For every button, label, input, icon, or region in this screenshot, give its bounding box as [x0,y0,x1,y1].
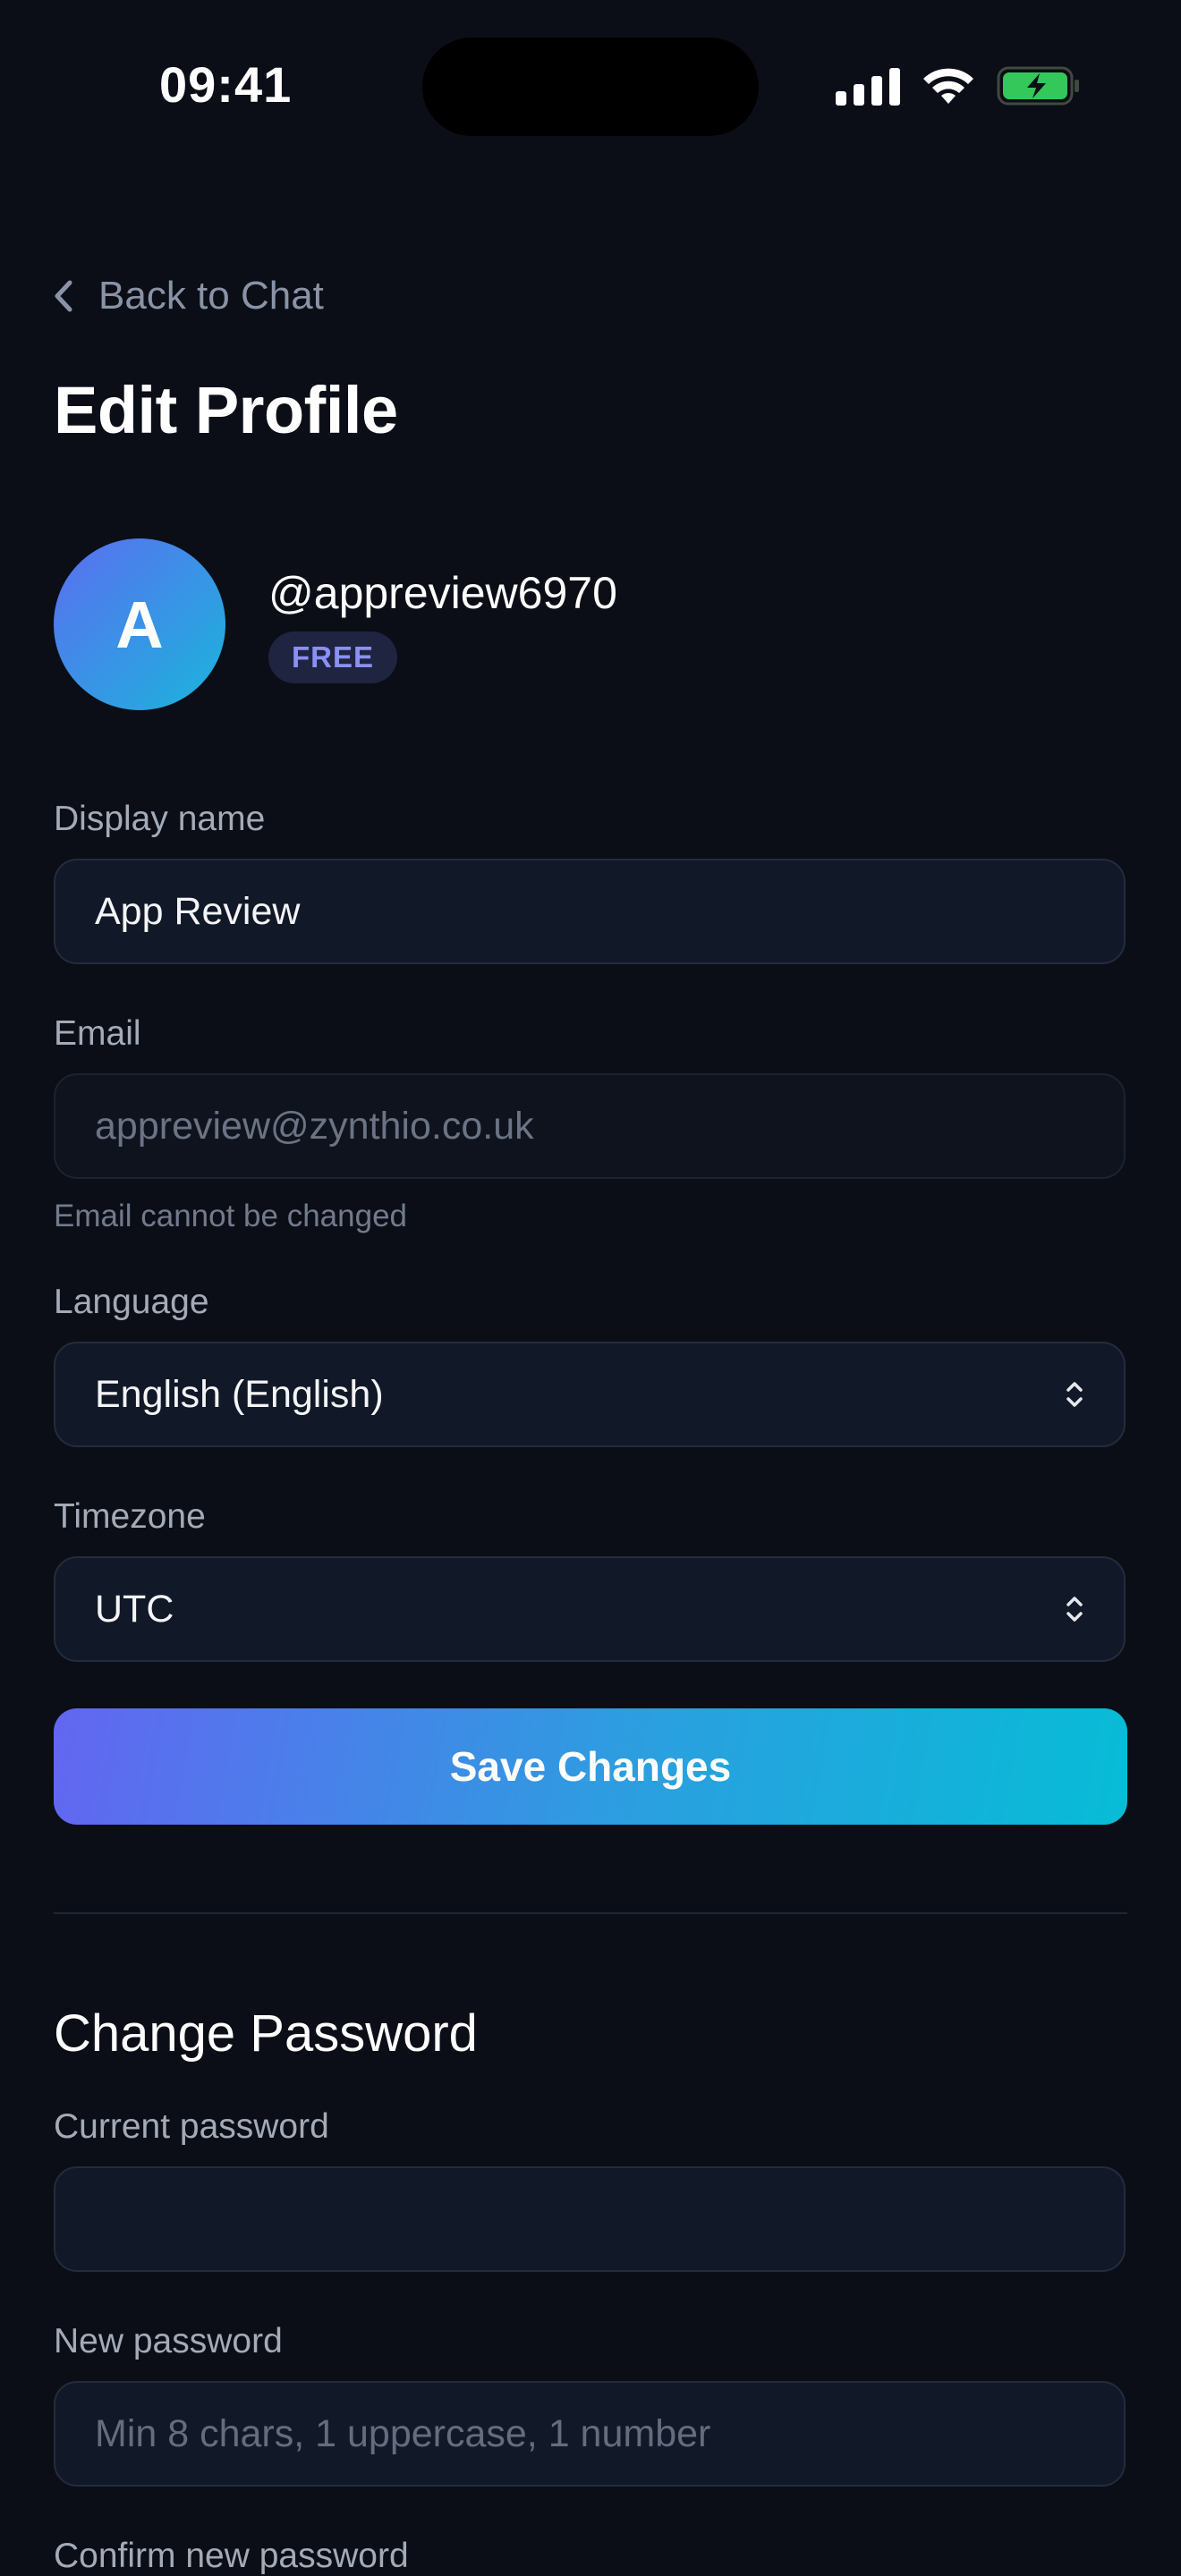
current-password-label: Current password [54,2107,329,2146]
back-label: Back to Chat [98,274,324,318]
new-password-label: New password [54,2322,283,2360]
battery-charging-icon [997,66,1079,106]
timezone-select[interactable]: UTC [54,1556,1126,1662]
avatar: A [54,538,225,710]
timezone-value: UTC [95,1587,174,1631]
signal-icon [836,66,900,106]
avatar-initial: A [115,587,164,662]
language-select[interactable]: English (English) [54,1342,1126,1447]
plan-badge: FREE [268,631,398,683]
status-time: 09:41 [159,56,293,113]
language-value: English (English) [95,1372,384,1416]
email-value: appreview@zynthio.co.uk [95,1104,534,1148]
email-hint: Email cannot be changed [54,1199,407,1233]
chevron-left-icon [55,280,72,312]
dynamic-island [422,38,759,136]
display-name-label: Display name [54,800,266,838]
new-password-input[interactable]: Min 8 chars, 1 uppercase, 1 number [54,2381,1126,2487]
confirm-password-label: Confirm new password [54,2537,409,2575]
back-to-chat-link[interactable]: Back to Chat [54,274,324,318]
change-password-heading: Change Password [54,2004,478,2063]
status-icons [836,64,1081,107]
username: @appreview6970 [268,568,617,618]
timezone-label: Timezone [54,1497,206,1536]
email-label: Email [54,1014,141,1053]
select-arrows-icon [1066,1382,1083,1407]
wifi-icon [923,68,973,104]
save-changes-button[interactable]: Save Changes [54,1708,1127,1825]
page-title: Edit Profile [54,373,398,447]
section-divider [54,1912,1127,1914]
display-name-input[interactable]: App Review [54,859,1126,964]
current-password-input[interactable] [54,2166,1126,2272]
new-password-placeholder: Min 8 chars, 1 uppercase, 1 number [95,2411,711,2455]
display-name-value: App Review [95,889,301,933]
language-label: Language [54,1283,209,1321]
email-field: appreview@zynthio.co.uk [54,1073,1126,1179]
select-arrows-icon [1066,1597,1083,1622]
status-bar: 09:41 [0,0,1181,170]
